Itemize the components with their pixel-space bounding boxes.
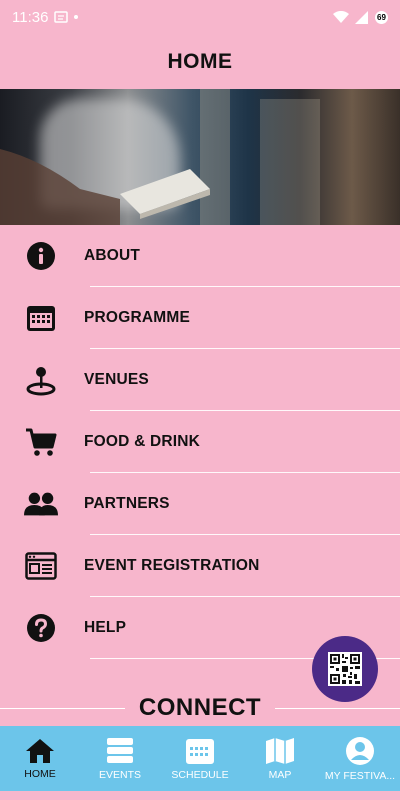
nav-item-schedule[interactable]: SCHEDULE: [160, 726, 240, 791]
connect-heading: CONNECT: [126, 694, 274, 722]
home-icon: [26, 738, 54, 763]
profile-icon: [346, 736, 374, 765]
menu-item-programme[interactable]: PROGRAMME: [0, 287, 400, 349]
menu-item-label: ABOUT: [84, 247, 141, 264]
status-time: 11:36: [12, 8, 49, 26]
info-icon: [24, 239, 58, 273]
map-pin-icon: [24, 363, 58, 397]
nav-label: MY FESTIVA...: [324, 769, 396, 782]
nav-item-my-festival[interactable]: MY FESTIVA...: [320, 726, 400, 791]
help-icon: [24, 611, 58, 645]
battery-icon: 69: [375, 10, 388, 24]
nav-item-home[interactable]: HOME: [0, 726, 80, 791]
form-icon: [24, 549, 58, 583]
nav-label: MAP: [268, 768, 292, 781]
status-bar: 11:36 69: [0, 0, 400, 34]
calendar-icon: [24, 301, 58, 335]
nav-label: SCHEDULE: [171, 768, 229, 781]
menu-item-venues[interactable]: VENUES: [0, 349, 400, 411]
menu-item-food-drink[interactable]: FOOD & DRINK: [0, 411, 400, 473]
menu-item-label: PROGRAMME: [84, 309, 190, 326]
status-right: 69: [333, 10, 388, 24]
menu-item-label: HELP: [84, 619, 127, 636]
people-icon: [24, 487, 58, 521]
connect-line-left: [0, 708, 125, 709]
dot-icon: [74, 15, 79, 19]
menu-item-label: VENUES: [84, 371, 149, 388]
notification-icon: [54, 11, 69, 23]
menu-item-label: FOOD & DRINK: [84, 433, 201, 450]
signal-icon: [355, 10, 368, 24]
cart-icon: [24, 425, 58, 459]
bottom-nav: HOME EVENTS SCHEDULE MAP MY FESTIVA...: [0, 726, 400, 791]
nav-item-map[interactable]: MAP: [240, 726, 320, 791]
system-nav-bar: [0, 791, 400, 800]
header: HOME: [0, 34, 400, 89]
nav-label: HOME: [24, 767, 56, 780]
nav-label: EVENTS: [98, 768, 141, 781]
menu-item-event-registration[interactable]: EVENT REGISTRATION: [0, 535, 400, 597]
schedule-icon: [186, 738, 214, 764]
connect-line-right: [275, 708, 400, 709]
qr-code-icon: [328, 652, 362, 686]
map-icon: [266, 737, 294, 764]
menu-item-label: EVENT REGISTRATION: [84, 557, 260, 574]
nav-item-events[interactable]: EVENTS: [80, 726, 160, 791]
events-icon: [107, 737, 133, 763]
page-title: HOME: [167, 49, 233, 73]
menu-item-about[interactable]: ABOUT: [0, 225, 400, 287]
menu-item-partners[interactable]: PARTNERS: [0, 473, 400, 535]
status-left: 11:36: [12, 8, 79, 26]
hero-image: [0, 89, 400, 225]
menu-item-label: PARTNERS: [84, 495, 170, 512]
wifi-icon: [333, 10, 349, 23]
menu-list: ABOUT PROGRAMME VENUES FOOD & DRINK PART…: [0, 225, 400, 659]
qr-scan-button[interactable]: [312, 636, 378, 702]
